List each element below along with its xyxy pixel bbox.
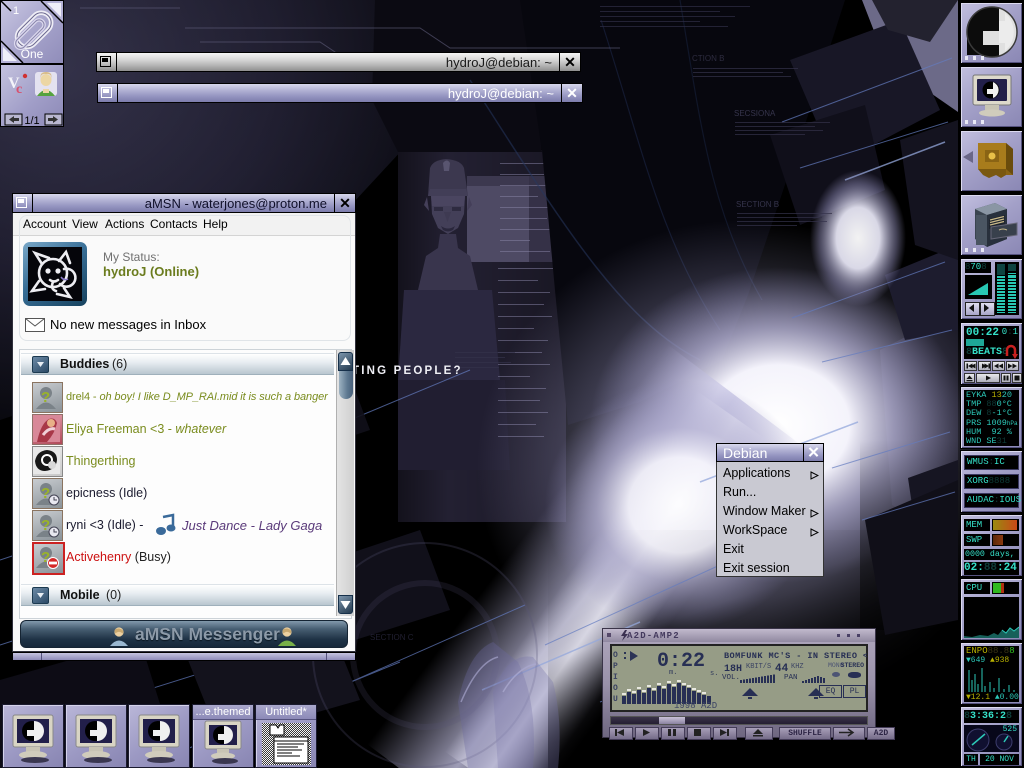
svg-text:c: c <box>16 82 22 97</box>
svg-text:CTION B: CTION B <box>692 54 724 63</box>
svg-text:1/1: 1/1 <box>24 115 39 126</box>
svg-text:SECTION B: SECTION B <box>736 200 779 209</box>
svg-text:?: ? <box>41 389 50 406</box>
svg-text:One: One <box>21 47 44 61</box>
svg-text:I: I <box>613 673 618 682</box>
svg-text:TING PEOPLE?: TING PEOPLE? <box>352 365 463 377</box>
svg-text:O: O <box>613 651 618 660</box>
svg-text:U: U <box>613 695 618 704</box>
svg-text:SECSIONA: SECSIONA <box>734 109 776 118</box>
svg-text:1: 1 <box>13 5 19 17</box>
svg-text:P: P <box>613 662 618 671</box>
svg-text:SECTION C: SECTION C <box>370 633 414 642</box>
svg-text:O: O <box>613 684 618 693</box>
